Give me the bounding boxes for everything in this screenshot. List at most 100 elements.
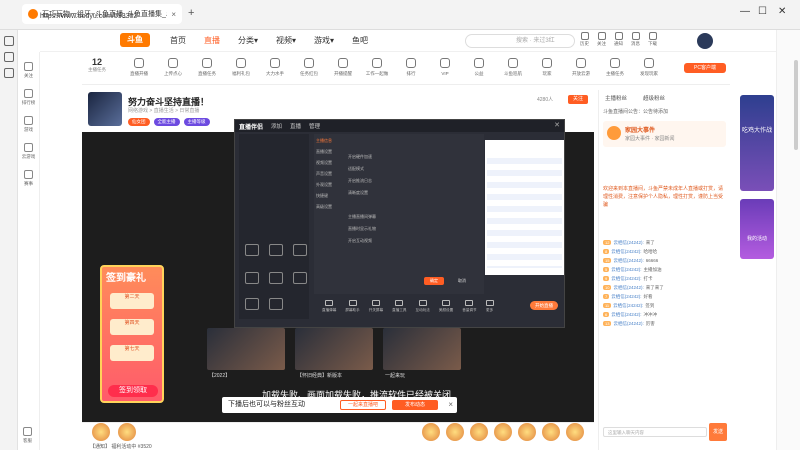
strip-item[interactable]: 上传点心 <box>156 58 190 77</box>
settings-option[interactable]: 直播时显示礼物 <box>348 226 376 232</box>
gift-icon[interactable] <box>118 423 136 441</box>
tool-icon[interactable] <box>245 244 259 256</box>
settings-menu-item[interactable]: 直播设置 <box>316 149 342 160</box>
chat-input[interactable]: 这里输入聊天内容 <box>603 427 707 437</box>
toolbar-button[interactable]: 屏幕助手 <box>345 296 360 318</box>
room-breadcrumb[interactable]: 网络游戏 > 直播生活 > 日常直播 <box>128 107 199 114</box>
settings-menu-item[interactable]: 高级设置 <box>316 204 342 215</box>
strip-item[interactable]: 玩家 <box>530 58 564 77</box>
scrollbar[interactable] <box>794 60 798 150</box>
settings-option[interactable]: 清晰度设置 <box>348 190 368 196</box>
gift-icon[interactable] <box>422 423 440 441</box>
strip-item[interactable]: 工作一起做 <box>360 58 394 77</box>
promo-banner[interactable]: 我的活动 <box>740 199 774 259</box>
settings-option[interactable]: 开启推流日志 <box>348 178 372 184</box>
nav-home[interactable]: 首页 <box>170 35 186 46</box>
bookmark-icon[interactable] <box>3 52 14 62</box>
toolbar-button[interactable]: 美颜设置 <box>439 296 453 318</box>
strip-item[interactable]: 公益 <box>462 58 496 77</box>
toolbar-button[interactable]: 直播弹幕 <box>322 296 336 318</box>
cancel-button[interactable]: 取消 <box>452 277 472 285</box>
history-button[interactable]: 历史 <box>580 32 589 47</box>
chat-tab[interactable]: 超级粉丝 <box>643 94 665 102</box>
promo-banner[interactable]: 吃鸡大作战 <box>740 95 774 191</box>
nav-category[interactable]: 分类▾ <box>238 35 258 46</box>
address-bar[interactable]: https://www.douyu.com/593302 <box>40 13 137 20</box>
dialog-tab[interactable]: 直播 <box>290 122 301 130</box>
tool-icon[interactable] <box>293 244 307 256</box>
close-window-icon[interactable]: ✕ <box>778 6 786 17</box>
nav-game[interactable]: 游戏▾ <box>314 35 334 46</box>
settings-option[interactable]: 开启互动视频 <box>348 238 372 244</box>
strip-item[interactable]: 任务红包 <box>292 58 326 77</box>
settings-menu-item[interactable]: 声音设置 <box>316 171 342 182</box>
start-live-button[interactable]: 开始直播 <box>530 301 558 310</box>
level-box[interactable]: 12 主播任务 <box>82 57 112 73</box>
leftnav-rank[interactable]: 排行榜 <box>18 89 39 106</box>
toolbar-button[interactable]: 直播工具 <box>392 296 407 318</box>
strip-item[interactable]: 直播任务 <box>190 58 224 77</box>
new-tab-icon[interactable]: + <box>188 7 194 19</box>
settings-menu-item[interactable]: 主播信息 <box>316 138 342 149</box>
strip-item[interactable]: 开放云游 <box>564 58 598 77</box>
strip-item[interactable]: 开播提醒 <box>326 58 360 77</box>
gift-icon[interactable] <box>494 423 512 441</box>
go-live-button[interactable]: 一起来直播吧 <box>340 400 386 410</box>
settings-menu-item[interactable]: 快捷键 <box>316 193 342 204</box>
leftnav-game[interactable]: 游戏 <box>18 116 39 133</box>
settings-menu-item[interactable]: 外观设置 <box>316 182 342 193</box>
family-card[interactable]: 家园大事件 家园大事件 · 家园新闻 <box>603 121 726 147</box>
leftnav-cloud-game[interactable]: 云游戏 <box>18 143 39 160</box>
message-button[interactable]: 消息 <box>631 32 640 47</box>
room-tag[interactable]: 全能主播 <box>153 118 180 126</box>
minimize-icon[interactable]: — <box>740 6 750 17</box>
gift-icon[interactable] <box>542 423 560 441</box>
tool-icon[interactable] <box>269 244 283 256</box>
tool-icon[interactable] <box>245 272 259 284</box>
chat-tab[interactable]: 主播粉丝 <box>605 94 627 102</box>
maximize-icon[interactable]: ☐ <box>758 6 767 17</box>
sign-claim-button[interactable]: 签到领取 <box>108 385 158 397</box>
strip-item[interactable]: 直播开播 <box>122 58 156 77</box>
nav-live[interactable]: 直播 <box>204 35 220 46</box>
toolbar-button[interactable]: 音量调节 <box>462 296 477 318</box>
close-tab-icon[interactable]: × <box>171 10 176 19</box>
post-update-button[interactable]: 发布动态 <box>392 400 438 410</box>
recommend-thumb[interactable]: 【2022】 <box>207 328 285 379</box>
strip-item[interactable]: 福利礼包 <box>224 58 258 77</box>
notify-button[interactable]: 通知 <box>614 32 623 47</box>
strip-item[interactable]: 主播任务 <box>598 58 632 77</box>
leftnav-match[interactable]: 赛事 <box>18 170 39 187</box>
nav-video[interactable]: 视频▾ <box>276 35 296 46</box>
search-input[interactable]: 搜索 · 来过3红 <box>465 34 575 48</box>
room-tag[interactable]: 仙女团 <box>128 118 150 126</box>
avatar[interactable] <box>697 33 713 49</box>
tabs-icon[interactable] <box>3 36 14 46</box>
send-button[interactable]: 发送 <box>709 423 727 441</box>
tool-icon[interactable] <box>245 298 259 310</box>
tool-icon[interactable] <box>269 272 283 284</box>
strip-item[interactable]: 大力水手 <box>258 58 292 77</box>
tool-icon[interactable] <box>269 298 283 310</box>
gift-icon[interactable] <box>92 423 110 441</box>
room-tag[interactable]: 主播等级 <box>183 118 210 126</box>
toolbar-button[interactable]: 更多 <box>485 296 494 318</box>
leftnav-service[interactable]: 客服 <box>23 427 32 444</box>
nav-yuba[interactable]: 鱼吧 <box>352 35 368 46</box>
toolbar-button[interactable]: 互动玩法 <box>416 296 430 318</box>
gift-icon[interactable] <box>446 423 464 441</box>
follow-button[interactable]: 关注 <box>568 95 588 104</box>
gift-icon[interactable] <box>566 423 584 441</box>
gift-icon[interactable] <box>518 423 536 441</box>
toolbar-button[interactable]: 开关屏幕 <box>369 296 383 318</box>
download-button[interactable]: 下载 <box>648 32 657 47</box>
tool-icon[interactable] <box>293 272 307 284</box>
recommend-thumb[interactable]: 一起来玩 <box>383 328 461 379</box>
settings-option[interactable]: 开启硬件加速 <box>348 154 372 160</box>
close-icon[interactable]: ✕ <box>554 121 560 129</box>
leftnav-follow[interactable]: 关注 <box>18 62 39 79</box>
strip-item[interactable]: 排行 <box>394 58 428 77</box>
ok-button[interactable]: 确定 <box>424 277 444 285</box>
dialog-tab[interactable]: 管理 <box>309 122 320 130</box>
recommend-thumb[interactable]: 【怀旧经典】新版本 <box>295 328 373 379</box>
